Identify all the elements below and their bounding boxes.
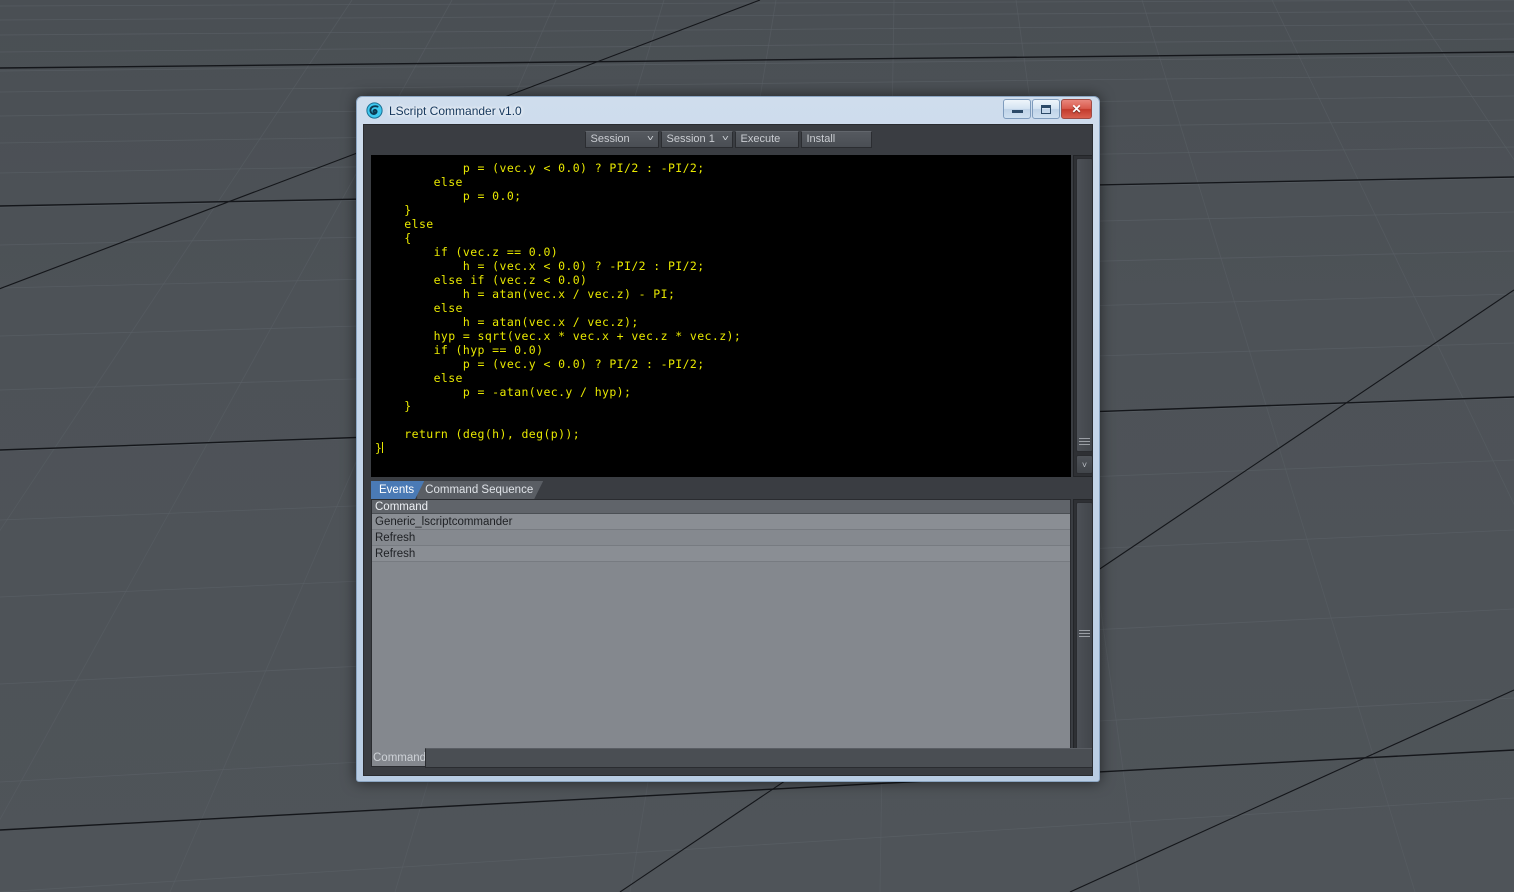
code-line: h = (vec.x < 0.0) ? -PI/2 : PI/2; bbox=[375, 259, 705, 273]
maximize-icon bbox=[1041, 104, 1051, 114]
toolbar: Session ˅ Session 1 ˅ Execute Install bbox=[364, 125, 1092, 149]
maximize-button[interactable] bbox=[1032, 99, 1060, 119]
code-line: else bbox=[375, 217, 434, 231]
editor-region: p = (vec.y < 0.0) ? PI/2 : -PI/2; else p… bbox=[371, 155, 1092, 477]
code-line: else bbox=[375, 301, 463, 315]
tab-events[interactable]: Events bbox=[371, 481, 424, 499]
list-item[interactable]: Refresh bbox=[372, 530, 1070, 546]
session-number-dropdown[interactable]: Session 1 ˅ bbox=[660, 130, 733, 148]
code-line: p = -atan(vec.y / hyp); bbox=[375, 385, 632, 399]
minimize-button[interactable] bbox=[1003, 99, 1031, 119]
event-list-vertical-scrollbar[interactable] bbox=[1073, 499, 1092, 767]
event-list[interactable]: Command Generic_lscriptcommander Refresh R… bbox=[371, 499, 1071, 767]
window-title: LScript Commander v1.0 bbox=[389, 103, 522, 118]
minimize-icon bbox=[1011, 110, 1023, 113]
text-caret bbox=[382, 442, 384, 453]
execute-button[interactable]: Execute bbox=[734, 130, 799, 148]
code-line: else bbox=[375, 175, 463, 189]
list-item[interactable]: Refresh bbox=[372, 546, 1070, 562]
list-column-header-command: Command bbox=[372, 500, 1070, 514]
code-line: else if (vec.z < 0.0) bbox=[375, 273, 588, 287]
list-rows-container: Generic_lscriptcommander Refresh Refresh bbox=[372, 514, 1070, 562]
command-bar: Command bbox=[371, 747, 1092, 769]
code-line: } bbox=[375, 203, 412, 217]
tab-strip: Events Command Sequence bbox=[371, 481, 1071, 499]
code-line: h = atan(vec.x / vec.z) - PI; bbox=[375, 287, 676, 301]
command-input[interactable] bbox=[425, 748, 1092, 768]
code-line: if (vec.z == 0.0) bbox=[375, 245, 559, 259]
chevron-down-icon: ˅ bbox=[1081, 459, 1088, 470]
code-line: if (hyp == 0.0) bbox=[375, 343, 544, 357]
code-line: return (deg(h), deg(p)); bbox=[375, 427, 581, 441]
tab-command-sequence[interactable]: Command Sequence bbox=[417, 481, 543, 499]
code-line: else bbox=[375, 371, 463, 385]
session-type-dropdown[interactable]: Session ˅ bbox=[584, 130, 659, 148]
lscript-swirl-icon bbox=[366, 102, 383, 119]
code-line: h = atan(vec.x / vec.z); bbox=[375, 315, 639, 329]
close-icon: ✕ bbox=[1071, 102, 1082, 116]
window-client-area: Session ˅ Session 1 ˅ Execute Install p … bbox=[363, 124, 1093, 776]
chevron-down-icon: ˅ bbox=[646, 134, 654, 143]
command-label: Command bbox=[373, 752, 427, 764]
code-line: p = (vec.y < 0.0) ? PI/2 : -PI/2; bbox=[375, 357, 705, 371]
session-type-value: Session bbox=[590, 133, 630, 145]
editor-vertical-scrollbar[interactable]: ˅ bbox=[1073, 155, 1092, 477]
session-number-value: Session 1 bbox=[666, 133, 715, 145]
chevron-down-icon: ˅ bbox=[721, 134, 729, 143]
lscript-code-editor[interactable]: p = (vec.y < 0.0) ? PI/2 : -PI/2; else p… bbox=[371, 155, 1071, 477]
grip-lines-icon bbox=[1079, 438, 1090, 445]
window-controls: ✕ bbox=[1003, 99, 1092, 119]
grip-lines-icon bbox=[1079, 629, 1090, 637]
code-line: } bbox=[375, 441, 384, 455]
scrollbar-thumb[interactable] bbox=[1076, 158, 1092, 452]
install-button[interactable]: Install bbox=[800, 130, 872, 148]
scroll-down-button[interactable]: ˅ bbox=[1076, 455, 1092, 474]
close-button[interactable]: ✕ bbox=[1061, 99, 1092, 119]
code-line: } bbox=[375, 399, 412, 413]
scrollbar-thumb[interactable] bbox=[1076, 502, 1092, 764]
code-line: p = (vec.y < 0.0) ? PI/2 : -PI/2; bbox=[375, 161, 705, 175]
event-list-region: Command Generic_lscriptcommander Refresh R… bbox=[371, 499, 1092, 767]
code-line: { bbox=[375, 231, 412, 245]
code-line: hyp = sqrt(vec.x * vec.x + vec.z * vec.z… bbox=[375, 329, 742, 343]
code-line: p = 0.0; bbox=[375, 189, 522, 203]
title-bar[interactable]: LScript Commander v1.0 ✕ bbox=[363, 97, 1093, 124]
list-item[interactable]: Generic_lscriptcommander bbox=[372, 514, 1070, 530]
lscript-commander-window: LScript Commander v1.0 ✕ Session ˅ Sessi… bbox=[356, 96, 1100, 782]
